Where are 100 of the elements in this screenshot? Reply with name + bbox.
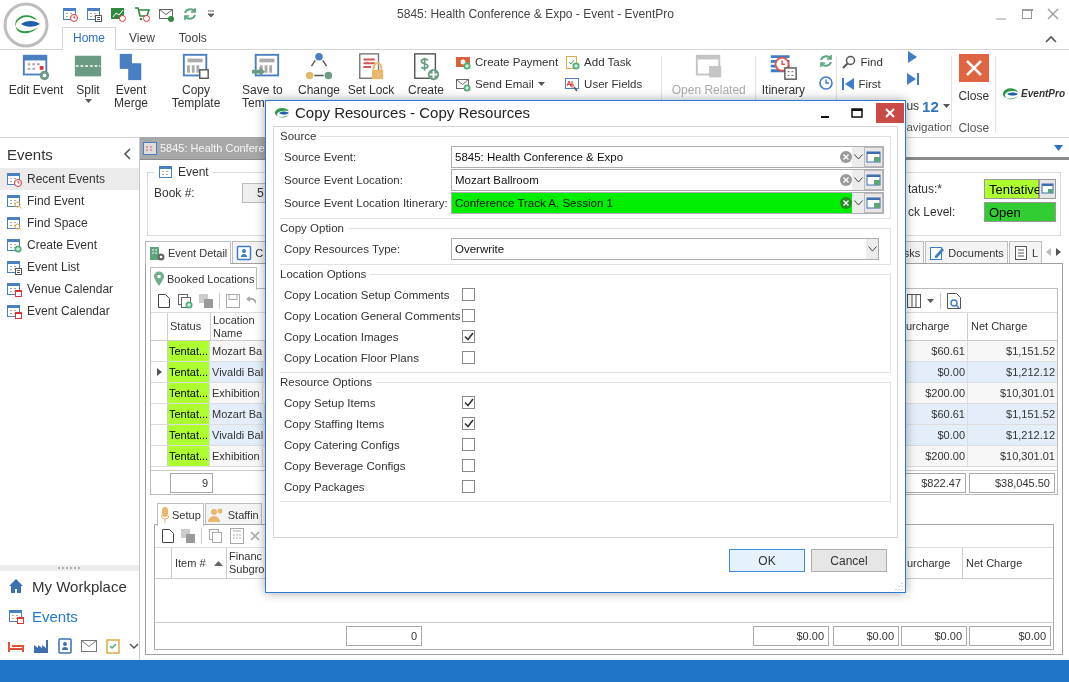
picker-button-icon[interactable] <box>864 147 883 167</box>
ribbon-tab[interactable]: Home <box>62 27 116 50</box>
lookup-field[interactable]: Conference Track A, Session 1 <box>451 192 884 214</box>
record-count[interactable]: 12 <box>922 95 950 117</box>
sidebar-item[interactable]: Create Event <box>0 234 139 256</box>
sidebar-item[interactable]: Venue Calendar <box>0 278 139 300</box>
columns-icon[interactable] <box>907 293 921 308</box>
cart-icon[interactable] <box>134 6 150 22</box>
factory-icon[interactable] <box>33 638 49 653</box>
customize-caret-icon[interactable] <box>206 9 216 19</box>
nav-item[interactable]: Events <box>0 601 139 631</box>
next-icon[interactable] <box>907 51 918 63</box>
copy-edit-icon[interactable] <box>208 528 224 544</box>
scroll-right-icon[interactable] <box>1056 248 1061 256</box>
tab-list-caret-icon[interactable] <box>1054 144 1063 151</box>
clipboard-check-icon[interactable] <box>106 637 120 654</box>
checkbox[interactable] <box>462 351 475 364</box>
checkbox[interactable] <box>462 459 475 472</box>
dropdown-caret-icon[interactable] <box>853 177 863 183</box>
tab[interactable]: Booked Locations <box>150 267 258 290</box>
refresh-icon[interactable] <box>182 6 198 22</box>
tab[interactable]: Event Detail <box>145 241 232 264</box>
preview-icon[interactable] <box>947 292 961 309</box>
dialog-button[interactable]: OK <box>729 549 805 572</box>
tab[interactable]: Documents <box>925 241 1008 263</box>
tab[interactable]: Setup <box>157 503 204 526</box>
checkbox[interactable] <box>462 417 475 430</box>
dropdown-caret-icon[interactable] <box>853 154 863 160</box>
lock-level-field[interactable]: Open <box>984 202 1056 222</box>
ribbon-button[interactable]: Copy Template <box>156 50 236 121</box>
contact-card-icon[interactable] <box>58 637 72 654</box>
collapse-panel-icon[interactable] <box>123 148 131 160</box>
column-header[interactable]: Net Charge <box>968 313 1057 340</box>
picker-button-icon[interactable] <box>864 193 883 213</box>
copy-icon[interactable] <box>199 293 213 308</box>
sidebar-item[interactable]: Event Calendar <box>0 300 139 322</box>
clear-icon[interactable] <box>840 151 852 163</box>
close-button[interactable] <box>876 102 904 123</box>
ribbon-button[interactable]: Event Merge <box>106 50 156 121</box>
copy-icon[interactable] <box>181 529 195 543</box>
lookup-field[interactable]: 5845: Health Conference & Expo <box>451 146 884 168</box>
nav-item[interactable]: My Workplace <box>0 571 139 601</box>
calendar-clock-icon[interactable] <box>62 6 78 22</box>
column-header[interactable]: Item # <box>172 548 227 578</box>
checkbox[interactable] <box>462 330 475 343</box>
ribbon-button[interactable]: User Fields <box>561 73 660 95</box>
calculator-icon[interactable] <box>230 528 244 544</box>
picker-button-icon[interactable] <box>1039 179 1056 199</box>
sidebar-item[interactable]: Recent Events <box>0 168 139 190</box>
refresh-icon[interactable] <box>818 53 835 69</box>
tab[interactable]: Staffin <box>204 503 262 525</box>
ribbon-button[interactable]: Edit Event <box>2 50 70 121</box>
sidebar-item[interactable]: Find Space <box>0 212 139 234</box>
ribbon-button[interactable]: Itinerary <box>758 50 809 121</box>
dropdown-caret-icon[interactable] <box>853 200 863 206</box>
first-button[interactable]: First <box>839 73 908 95</box>
tab[interactable]: C <box>232 241 268 263</box>
sidebar-item[interactable]: Event List <box>0 256 139 278</box>
tab[interactable]: L <box>1008 241 1042 263</box>
dialog-button[interactable]: Cancel <box>811 549 887 572</box>
history-icon[interactable] <box>818 75 835 91</box>
checkbox[interactable] <box>462 480 475 493</box>
envelope-icon[interactable] <box>81 639 97 652</box>
column-header[interactable]: Location Name <box>211 313 263 340</box>
find-button[interactable]: Find <box>839 51 908 73</box>
sidebar-item[interactable]: Find Event <box>0 190 139 212</box>
combo-box[interactable]: Overwrite <box>451 238 879 260</box>
column-header[interactable]: Net Charge <box>963 548 1053 578</box>
column-header[interactable]: Status <box>168 313 211 340</box>
new-document-icon[interactable] <box>157 292 171 309</box>
checkbox[interactable] <box>462 438 475 451</box>
ribbon-tab[interactable]: Tools <box>167 27 218 49</box>
close-button[interactable] <box>1047 8 1059 20</box>
copy-add-icon[interactable] <box>177 292 193 309</box>
delete-icon[interactable] <box>250 531 260 541</box>
size-grip-icon[interactable] <box>895 582 903 590</box>
column-header[interactable]: Financ Subgro <box>227 548 264 578</box>
ribbon-tab[interactable]: View <box>118 27 166 49</box>
checkbox[interactable] <box>462 288 475 301</box>
save-icon[interactable] <box>226 293 240 308</box>
checkbox[interactable] <box>462 396 475 409</box>
last-icon[interactable] <box>907 73 920 85</box>
chart-icon[interactable] <box>110 6 126 22</box>
picker-button-icon[interactable] <box>864 170 883 190</box>
envelope-icon[interactable] <box>158 6 174 22</box>
clear-icon[interactable] <box>840 174 852 186</box>
ribbon-button[interactable]: Create Payment <box>452 51 562 73</box>
more-icon[interactable] <box>129 641 139 650</box>
new-document-icon[interactable] <box>161 528 175 544</box>
lookup-field[interactable]: Mozart Ballroom <box>451 169 884 191</box>
ribbon-button[interactable]: Add Task <box>561 51 660 73</box>
dropdown-caret-icon[interactable] <box>867 246 877 252</box>
calendar-list-icon[interactable] <box>86 6 102 22</box>
ribbon-button[interactable]: Split <box>70 50 106 121</box>
ribbon-button[interactable]: Send Email <box>452 73 562 95</box>
clear-icon[interactable] <box>840 197 852 209</box>
checkbox[interactable] <box>462 309 475 322</box>
close-ribbon-button[interactable]: Close <box>954 50 994 121</box>
status-field[interactable]: Tentative <box>984 179 1039 199</box>
collapse-ribbon-icon[interactable] <box>1045 34 1057 43</box>
